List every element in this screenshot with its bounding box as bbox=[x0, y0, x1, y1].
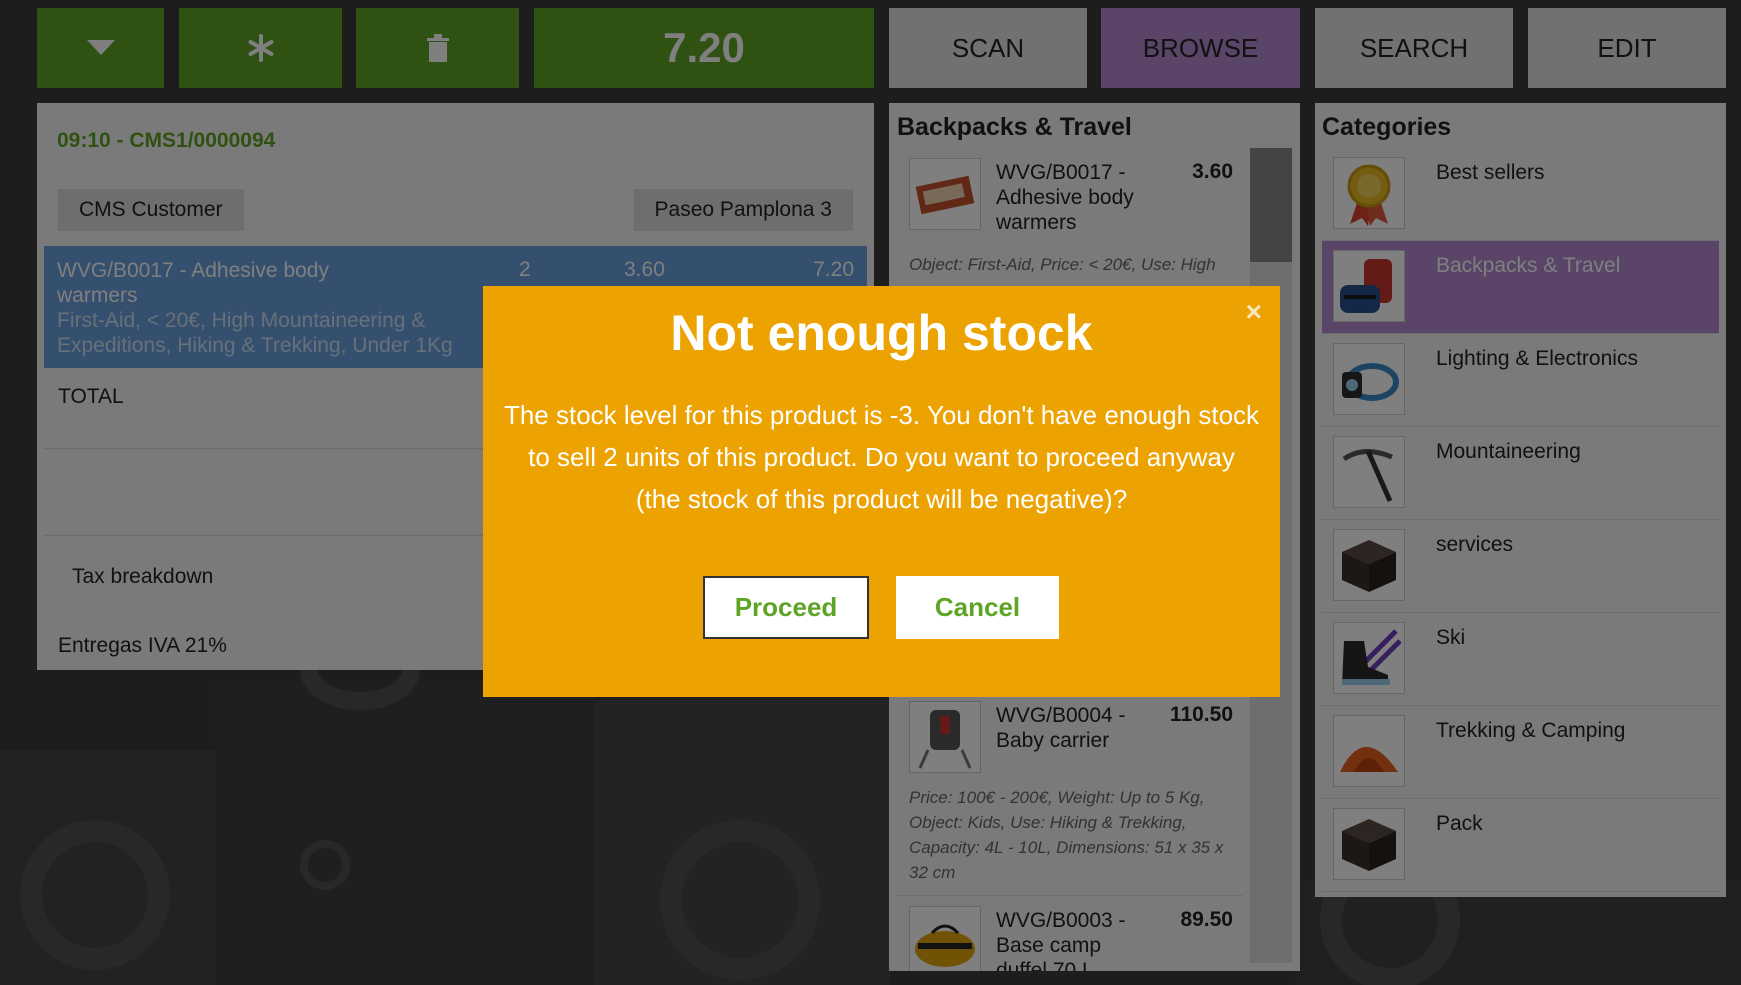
proceed-button[interactable]: Proceed bbox=[703, 576, 869, 639]
stock-warning-dialog: × Not enough stock The stock level for t… bbox=[483, 286, 1280, 697]
dialog-message: The stock level for this product is -3. … bbox=[503, 400, 1260, 514]
cancel-button[interactable]: Cancel bbox=[896, 576, 1059, 639]
dialog-title: Not enough stock bbox=[670, 305, 1093, 361]
